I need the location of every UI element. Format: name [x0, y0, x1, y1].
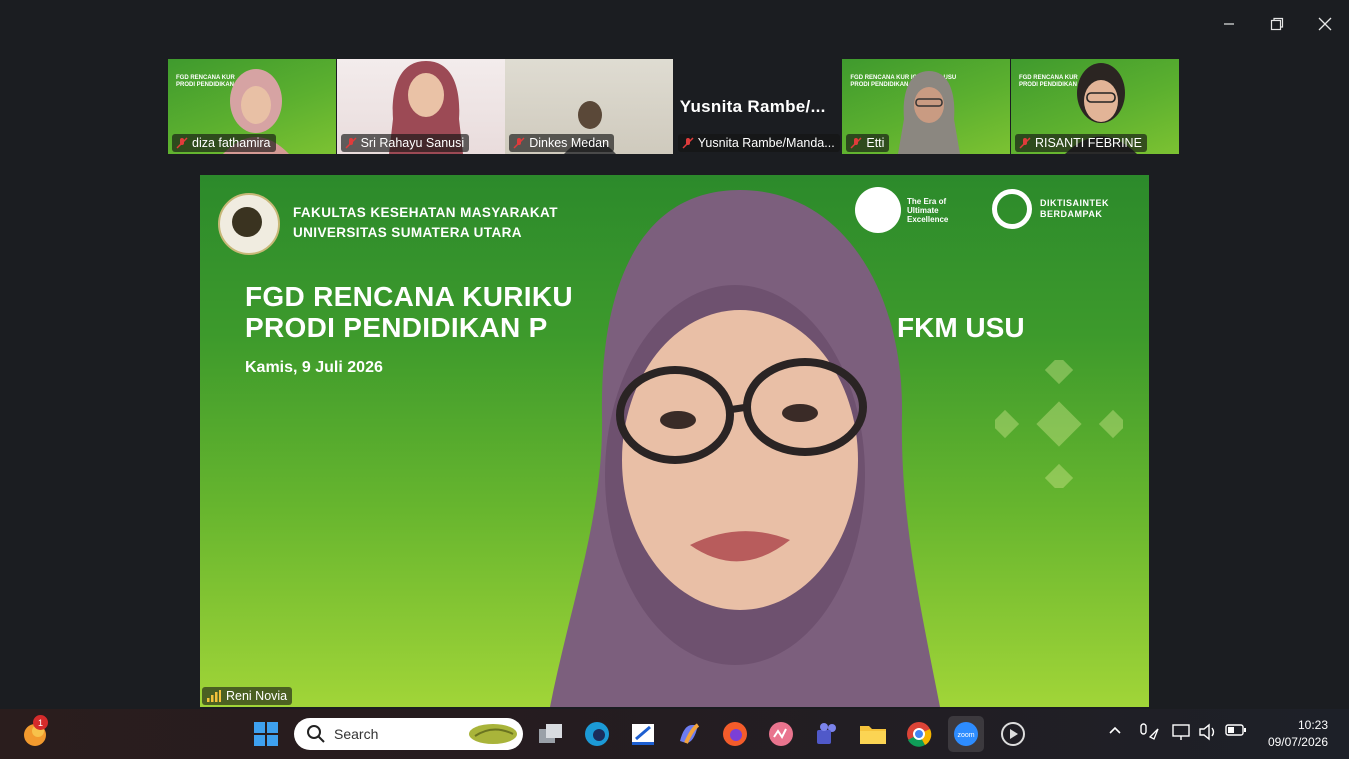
clock-time: 10:23 — [1297, 718, 1328, 732]
network-icon — [1172, 724, 1190, 740]
show-hidden-icons-button[interactable] — [1108, 723, 1122, 740]
system-clock[interactable]: 10:23 09/07/2026 — [1268, 717, 1328, 751]
clock-date: 09/07/2026 — [1267, 735, 1328, 749]
slide-date: Kamis, 9 Juli 2026 — [245, 359, 383, 376]
task-view-icon — [539, 724, 562, 743]
copilot-icon — [680, 723, 700, 744]
file-explorer-button[interactable] — [858, 719, 888, 749]
speaker-video-person — [550, 190, 940, 707]
participant-name-label: Dinkes Medan — [509, 134, 615, 152]
participant-tile[interactable]: FGD RENCANA KUR PRODI PENDIDIKAN RISANTI … — [1010, 59, 1179, 154]
teams-icon — [817, 723, 836, 744]
windows-icon — [254, 722, 278, 746]
active-speaker-video[interactable]: FAKULTAS KESEHATAN MASYARAKAT UNIVERSITAS… — [200, 175, 1149, 707]
app-icon — [769, 722, 793, 746]
speaker-icon — [1199, 723, 1215, 741]
window-controls — [1205, 8, 1349, 40]
taskbar-search-box[interactable]: Search — [294, 718, 523, 750]
signal-strength-icon — [207, 690, 221, 702]
mic-muted-icon — [176, 137, 188, 149]
firefox-icon — [723, 722, 747, 746]
ornament-icon — [995, 360, 1123, 488]
mic-muted-icon — [682, 137, 694, 149]
chrome-icon — [907, 722, 932, 747]
chrome-button[interactable] — [904, 719, 934, 749]
mic-muted-icon — [345, 137, 357, 149]
mic-muted-icon — [850, 137, 862, 149]
copilot-button[interactable] — [674, 719, 704, 749]
diktisaintek-logo: DIKTISAINTEK BERDAMPAK — [992, 189, 1109, 229]
edge-icon — [585, 722, 609, 746]
network-tray-button[interactable] — [1172, 723, 1192, 744]
close-button[interactable] — [1301, 8, 1349, 40]
teams-button[interactable] — [812, 719, 842, 749]
mic-tray-button[interactable] — [1138, 723, 1160, 744]
speaker-name-label: Reni Novia — [202, 687, 293, 705]
minimize-button[interactable] — [1205, 8, 1253, 40]
participant-tile[interactable]: Yusnita Rambe/... Yusnita Rambe/Manda... — [673, 59, 842, 154]
zoom-button[interactable]: zoom — [948, 716, 984, 752]
participant-display-name: Yusnita Rambe/... — [679, 97, 826, 116]
search-highlight-icon — [469, 724, 517, 744]
firefox-button[interactable] — [720, 719, 750, 749]
app-button[interactable] — [766, 719, 796, 749]
start-button[interactable] — [251, 719, 281, 749]
search-placeholder: Search — [334, 726, 379, 742]
search-icon — [307, 725, 325, 743]
media-player-button[interactable] — [998, 719, 1028, 749]
battery-icon — [1225, 724, 1246, 736]
participant-tile[interactable]: FGD RENCANA KUR IONIS FKM USUPRODI PENDI… — [842, 59, 1011, 154]
restore-icon — [1270, 17, 1284, 31]
close-icon — [1318, 17, 1332, 31]
minimize-icon — [1224, 23, 1234, 25]
play-icon — [1001, 722, 1025, 746]
taskbar: 1 Search zoom 10:23 09/07/2026 — [0, 709, 1349, 759]
university-emblem-icon — [218, 193, 280, 255]
participant-strip: FGD RENCANA KUR PRODI PENDIDIKAN diza fat… — [168, 59, 1180, 154]
participant-tile[interactable]: Sri Rahayu Sanusi — [336, 59, 505, 154]
folder-icon — [860, 726, 886, 744]
participant-name-label: RISANTI FEBRINE — [1014, 134, 1147, 152]
slide-title: FGD RENCANA KURIKU PRODI PENDIDIKAN P — [245, 281, 573, 343]
participant-tile[interactable]: Dinkes Medan — [505, 59, 674, 154]
chevron-up-icon — [1109, 726, 1121, 734]
restore-button[interactable] — [1253, 8, 1301, 40]
microphone-location-icon — [1140, 723, 1159, 740]
participant-name-label: Yusnita Rambe/Manda... — [677, 134, 840, 152]
battery-tray-button[interactable] — [1225, 723, 1247, 740]
participant-name-label: diza fathamira — [172, 134, 276, 152]
mic-muted-icon — [1019, 137, 1031, 149]
svg-text:zoom: zoom — [957, 732, 974, 739]
notification-badge: 1 — [33, 715, 48, 730]
mic-muted-icon — [513, 137, 525, 149]
participant-name-label: Sri Rahayu Sanusi — [340, 134, 470, 152]
participant-tile[interactable]: FGD RENCANA KUR PRODI PENDIDIKAN diza fat… — [168, 59, 336, 154]
snip-icon — [632, 724, 654, 745]
edge-button[interactable] — [582, 719, 612, 749]
zoom-icon: zoom — [954, 722, 978, 746]
volume-tray-button[interactable] — [1198, 723, 1218, 744]
task-view-button[interactable] — [536, 719, 566, 749]
faculty-name: FAKULTAS KESEHATAN MASYARAKAT UNIVERSITAS… — [293, 205, 558, 240]
participant-name-label: Etti — [846, 134, 890, 152]
snipping-tool-button[interactable] — [628, 719, 658, 749]
participant-video — [898, 71, 961, 154]
swirl-logo-icon — [992, 189, 1032, 229]
